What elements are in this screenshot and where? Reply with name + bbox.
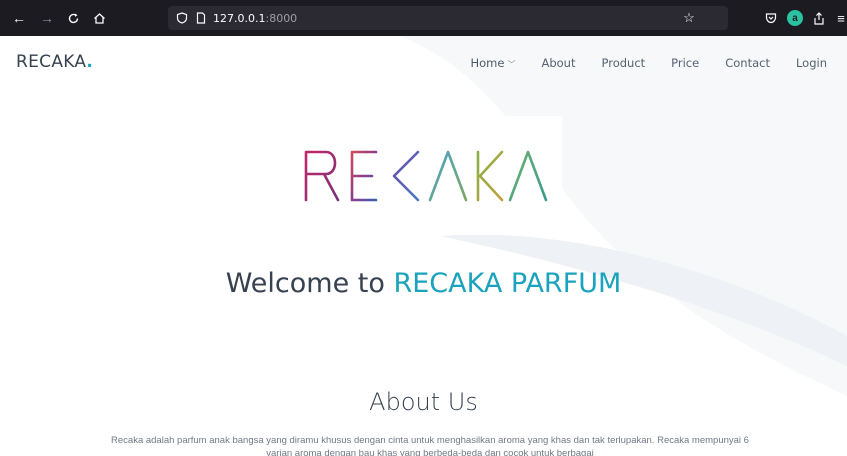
about-description: Recaka adalah parfum anak bangsa yang di… xyxy=(111,435,749,456)
brand-name: RECAKA xyxy=(16,52,87,72)
nav-item-product[interactable]: Product xyxy=(601,56,645,70)
nav-label: About xyxy=(541,56,576,70)
pocket-icon[interactable] xyxy=(762,9,780,27)
page-info-icon[interactable] xyxy=(195,12,207,24)
back-icon[interactable]: ← xyxy=(10,9,28,27)
nav-item-about[interactable]: About xyxy=(541,56,575,70)
recaka-logo-graphic xyxy=(304,150,548,202)
nav-label: Login xyxy=(795,56,827,70)
menu-icon[interactable]: ≡ xyxy=(835,9,847,27)
nav-label: Price xyxy=(671,56,700,70)
welcome-prefix: Welcome to xyxy=(225,268,385,299)
welcome-heading: Welcome to RECAKA PARFUM xyxy=(0,268,847,299)
welcome-accent: RECAKA PARFUM xyxy=(393,268,622,299)
main-navigation: Home ﹀ About Product Price Contact Login xyxy=(445,56,828,70)
tracking-shield-icon[interactable] xyxy=(176,12,188,24)
url-port: :8000 xyxy=(265,11,298,25)
recaka-logo xyxy=(296,116,562,235)
reload-icon[interactable] xyxy=(64,9,82,27)
nav-label: Contact xyxy=(725,56,770,70)
nav-label: Product xyxy=(601,56,646,70)
nav-item-home[interactable]: Home ﹀ xyxy=(471,56,516,70)
bookmark-star-icon[interactable]: ☆ xyxy=(680,9,698,27)
nav-label: Home xyxy=(470,56,505,70)
forward-icon[interactable]: → xyxy=(38,9,56,27)
home-icon[interactable] xyxy=(90,9,108,27)
nav-item-price[interactable]: Price xyxy=(671,56,699,70)
extension-icon[interactable]: a xyxy=(786,9,804,27)
chevron-down-icon: ﹀ xyxy=(507,60,516,69)
brand-dot: . xyxy=(86,52,94,72)
url-host: 127.0.0.1 xyxy=(213,11,266,25)
share-icon[interactable] xyxy=(810,9,828,27)
extension-badge: a xyxy=(787,10,803,26)
nav-item-login[interactable]: Login xyxy=(796,56,827,70)
web-page: RECAKA. Home ﹀ About Product Price Contac… xyxy=(0,36,847,456)
about-title: About Us xyxy=(369,388,478,416)
browser-toolbar: ← → 127.0.0.1:8000 ☆ a ≡ xyxy=(0,0,847,36)
address-bar[interactable]: 127.0.0.1:8000 xyxy=(168,6,728,30)
site-brand[interactable]: RECAKA. xyxy=(16,52,93,72)
nav-item-contact[interactable]: Contact xyxy=(725,56,770,70)
